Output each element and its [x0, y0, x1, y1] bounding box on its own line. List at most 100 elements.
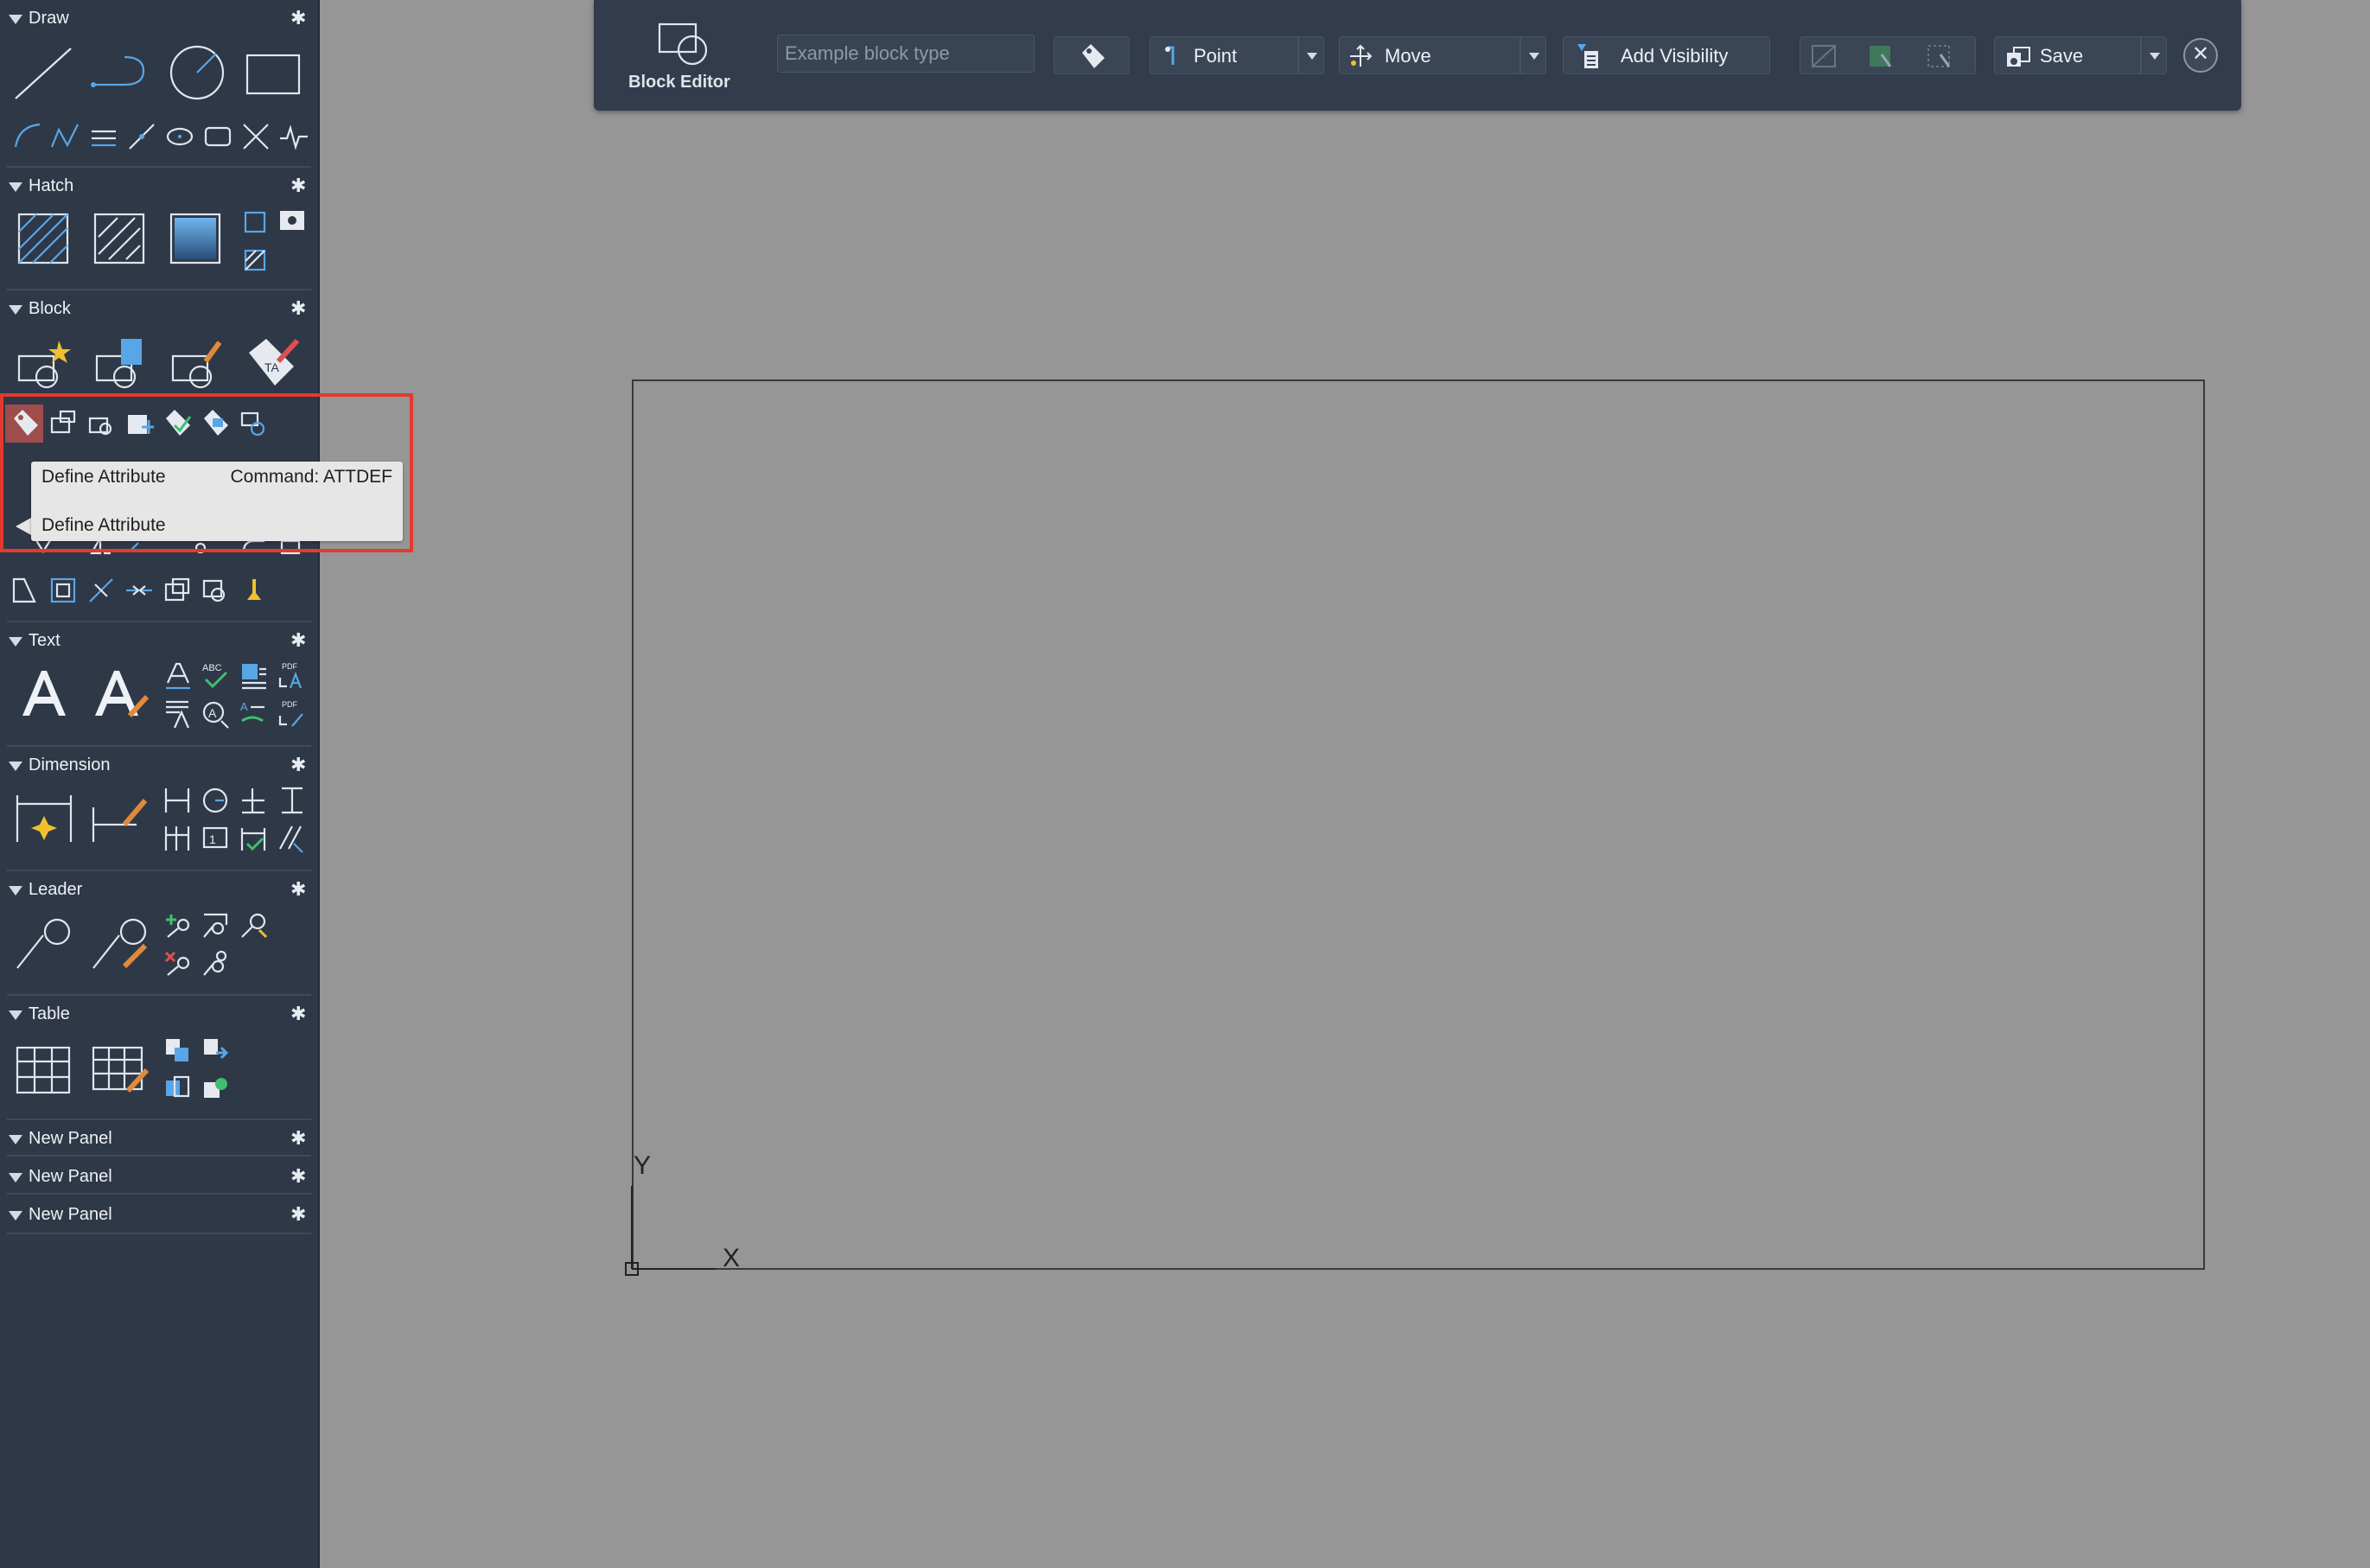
join-icon[interactable] [124, 576, 154, 605]
gear-icon[interactable]: ✱ [290, 176, 306, 195]
gear-icon[interactable]: ✱ [290, 631, 306, 650]
text-style-icon[interactable] [90, 666, 150, 721]
erase-icon[interactable] [239, 576, 268, 605]
line-icon[interactable] [12, 43, 74, 102]
multileader-icon[interactable] [14, 916, 74, 973]
linear-dimension-icon[interactable] [162, 785, 192, 816]
panel-header-text[interactable]: Text ✱ [0, 624, 318, 659]
align-leader-icon[interactable] [201, 911, 230, 940]
collapse-caret-icon[interactable] [9, 305, 22, 315]
scale-icon[interactable] [10, 576, 40, 605]
remove-leader-icon[interactable] [162, 949, 192, 978]
gear-icon[interactable]: ✱ [290, 1129, 306, 1148]
collapse-caret-icon[interactable] [9, 182, 22, 192]
baseline-dimension-icon[interactable] [239, 785, 268, 816]
single-line-text-icon[interactable] [162, 660, 192, 692]
text-convert-icon[interactable]: A [239, 698, 268, 730]
collapse-caret-icon[interactable] [9, 762, 22, 771]
gradient-icon[interactable] [168, 211, 223, 266]
pdf-text-combine-icon[interactable]: PDF [277, 698, 306, 730]
collapse-caret-icon[interactable] [9, 886, 22, 896]
ray-icon[interactable] [126, 121, 157, 152]
attribute-button[interactable] [1054, 36, 1130, 74]
region-icon[interactable] [277, 207, 308, 233]
find-replace-icon[interactable] [162, 698, 192, 730]
text-align-icon[interactable] [239, 660, 268, 692]
gear-icon[interactable]: ✱ [290, 880, 306, 899]
text-search-icon[interactable]: A [201, 698, 230, 730]
panel-header-new-panel[interactable]: New Panel ✱ [0, 1122, 318, 1157]
panel-header-dimension[interactable]: Dimension ✱ [0, 749, 318, 783]
gear-icon[interactable]: ✱ [290, 1004, 306, 1023]
gear-icon[interactable]: ✱ [290, 1167, 306, 1186]
radius-dimension-icon[interactable] [201, 785, 230, 816]
block-editor-icon[interactable] [168, 335, 225, 391]
collapse-caret-icon[interactable] [9, 15, 22, 24]
multiline-text-icon[interactable] [17, 666, 69, 721]
polygon-icon[interactable] [202, 121, 233, 152]
construction-line-icon[interactable] [240, 121, 271, 152]
make-visible-icon[interactable] [1866, 42, 1895, 70]
collapse-caret-icon[interactable] [9, 1010, 22, 1020]
arc-icon[interactable] [12, 121, 43, 152]
trim-icon[interactable] [86, 576, 116, 605]
dim-check-icon[interactable] [239, 823, 268, 854]
panel-header-leader[interactable]: Leader ✱ [0, 873, 318, 908]
spell-check-icon[interactable]: ABC [201, 660, 230, 692]
panel-header-new-panel[interactable]: New Panel ✱ [0, 1198, 318, 1233]
move-action-button[interactable]: Move [1339, 36, 1520, 74]
point-parameter-button[interactable]: Point [1150, 36, 1298, 74]
panel-header-table[interactable]: Table ✱ [0, 998, 318, 1032]
download-from-source-icon[interactable] [162, 1074, 192, 1103]
gear-icon[interactable]: ✱ [290, 9, 306, 28]
boundary-icon[interactable] [240, 207, 270, 237]
save-dropdown[interactable] [2141, 36, 2167, 74]
collapse-caret-icon[interactable] [9, 1173, 22, 1182]
multileader-style-icon[interactable] [90, 916, 150, 973]
visibility-mode-icon[interactable] [1809, 42, 1838, 70]
collapse-caret-icon[interactable] [9, 637, 22, 647]
panel-header-hatch[interactable]: Hatch ✱ [0, 169, 318, 204]
revision-cloud-icon[interactable] [278, 121, 309, 152]
save-button[interactable]: Save [1994, 36, 2141, 74]
panel-header-draw[interactable]: Draw ✱ [0, 2, 318, 36]
dim-oblique-icon[interactable] [277, 823, 306, 854]
point-dropdown[interactable] [1298, 36, 1324, 74]
table-icon[interactable] [14, 1041, 74, 1098]
collapse-caret-icon[interactable] [9, 1135, 22, 1144]
rectangle-icon[interactable] [244, 52, 304, 99]
dimension-style-icon[interactable] [90, 790, 150, 847]
close-block-editor-button[interactable]: ✕ [2183, 38, 2218, 73]
data-link-icon[interactable] [162, 1036, 192, 1065]
pdf-import-text-icon[interactable]: PDF [277, 660, 306, 692]
gear-icon[interactable]: ✱ [290, 1205, 306, 1224]
gradient-hatch-icon[interactable] [92, 211, 147, 266]
collapse-caret-icon[interactable] [9, 1211, 22, 1221]
panel-header-new-panel[interactable]: New Panel ✱ [0, 1160, 318, 1195]
circle-icon[interactable] [168, 43, 228, 104]
dim-break-icon[interactable] [162, 823, 192, 854]
table-style-icon[interactable] [90, 1041, 150, 1098]
hatch-icon[interactable] [16, 211, 71, 266]
upload-to-source-icon[interactable] [201, 1074, 230, 1103]
data-extract-icon[interactable] [201, 1036, 230, 1065]
block-type-input[interactable] [777, 35, 1035, 73]
attribute-edit-icon[interactable]: TA [244, 335, 301, 391]
polyline-icon[interactable] [90, 50, 152, 99]
add-leader-icon[interactable] [162, 911, 192, 940]
leader-edit-icon[interactable] [201, 949, 230, 978]
wipeout-icon[interactable] [240, 245, 270, 275]
align-icon[interactable] [48, 576, 78, 605]
make-invisible-icon[interactable] [1925, 42, 1954, 70]
copy-icon[interactable] [162, 576, 192, 605]
explode-icon[interactable] [201, 576, 230, 605]
create-block-icon[interactable] [16, 335, 73, 391]
gear-icon[interactable]: ✱ [290, 299, 306, 318]
gear-icon[interactable]: ✱ [290, 755, 306, 774]
continue-dimension-icon[interactable] [277, 785, 306, 816]
ellipse-icon[interactable] [164, 121, 195, 152]
spline-icon[interactable] [50, 121, 81, 152]
dim-space-icon[interactable]: 1 [201, 823, 230, 854]
smart-dimension-icon[interactable] [14, 790, 74, 847]
move-dropdown[interactable] [1520, 36, 1546, 74]
